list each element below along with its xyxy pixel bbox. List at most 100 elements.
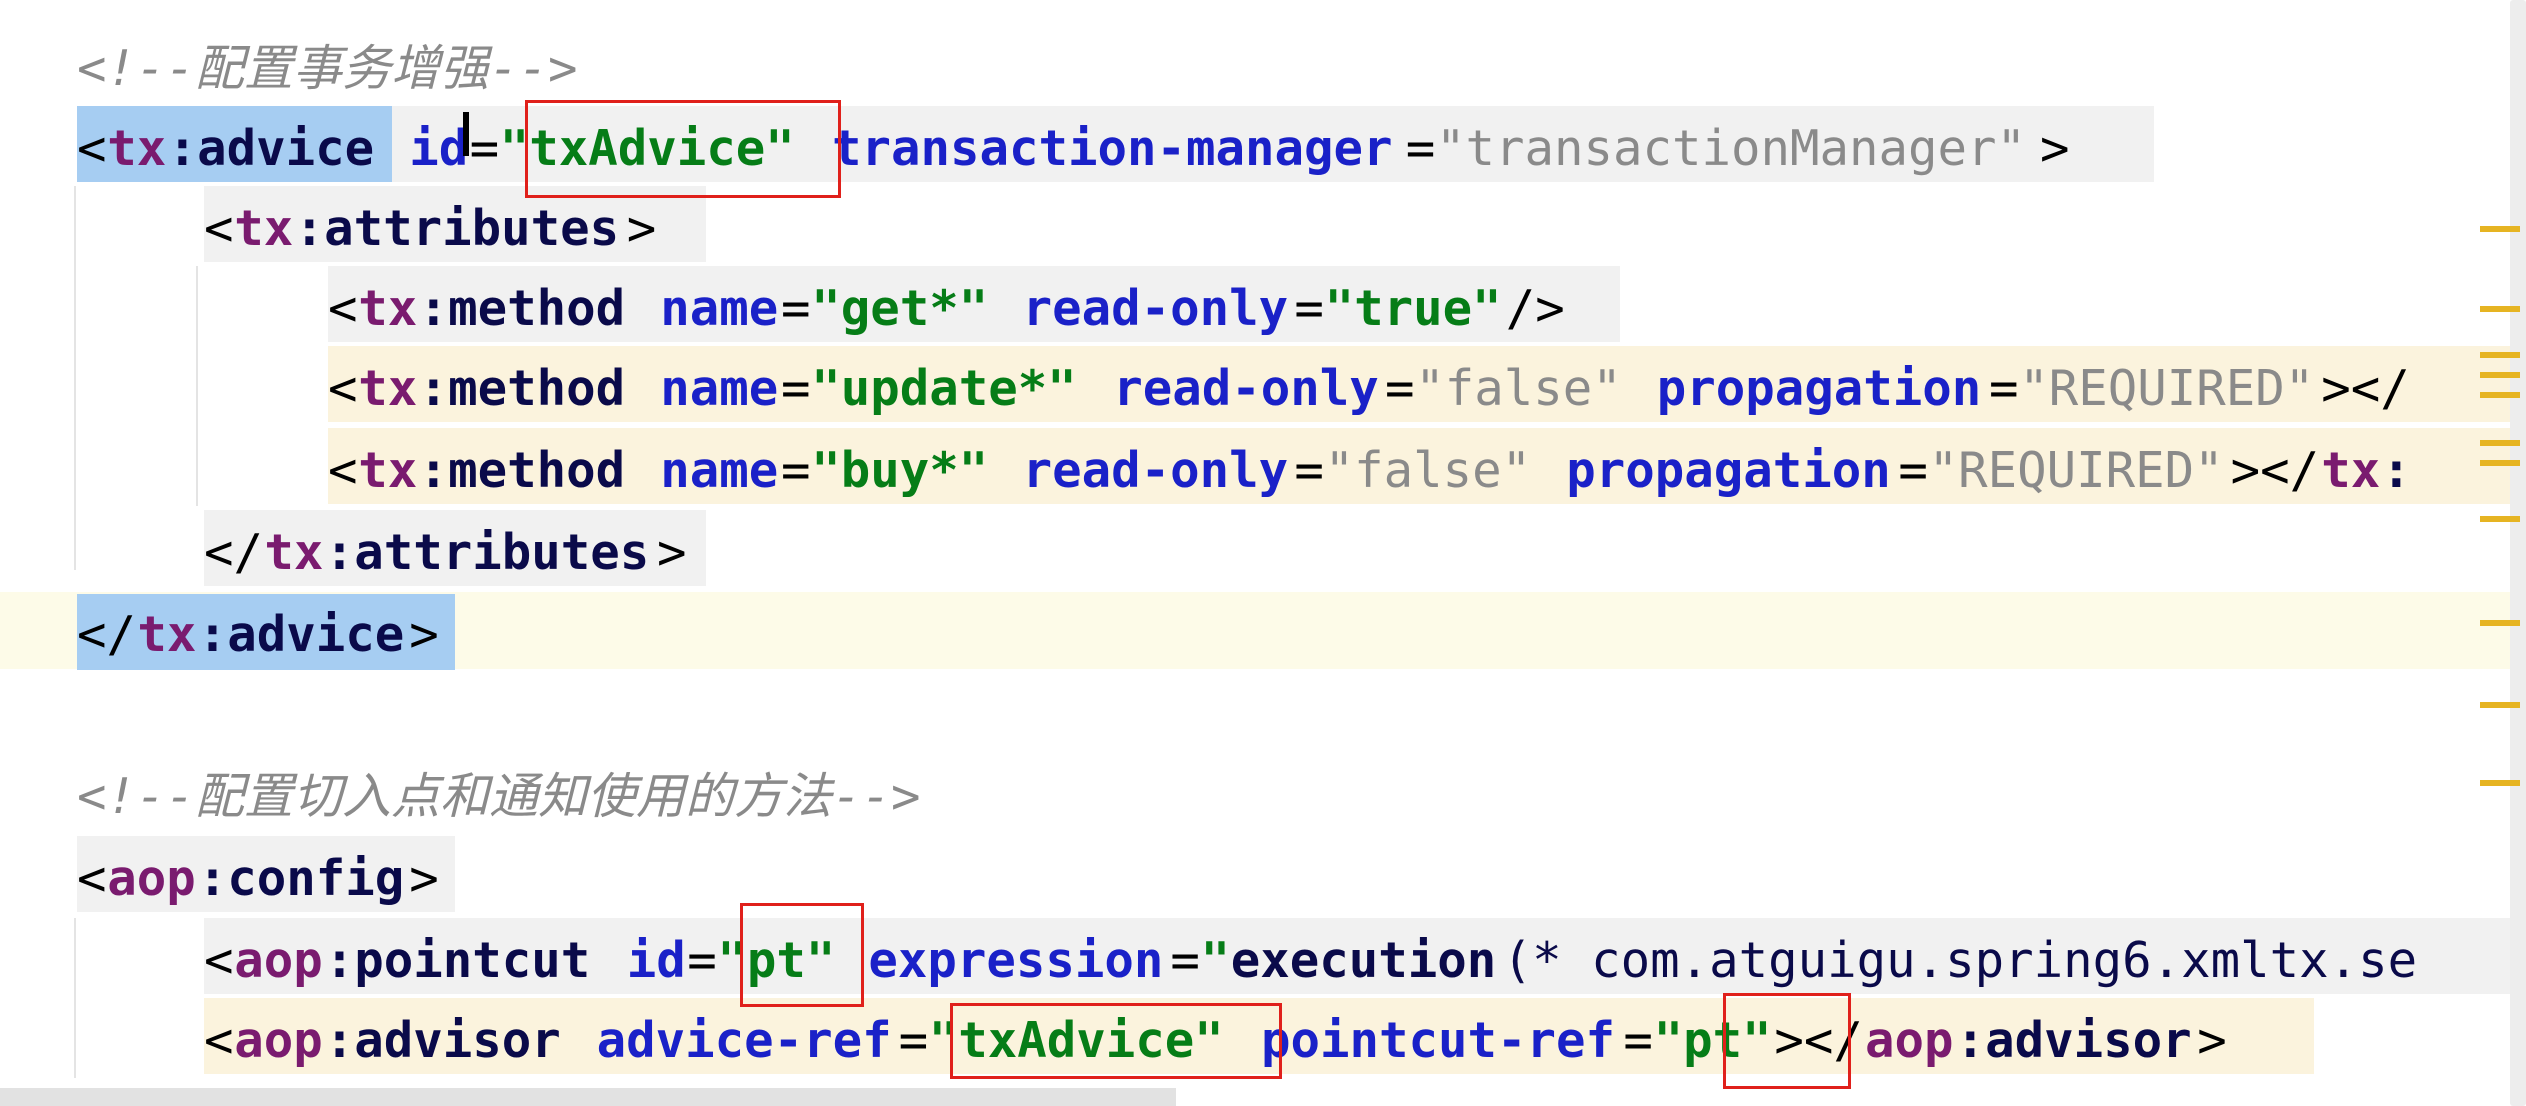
token-tag: :method (418, 280, 626, 337)
code-line-aop-config-open[interactable]: < aop:config > (0, 838, 2526, 919)
token-tag: :attributes (324, 524, 650, 581)
token-bracket: > (626, 200, 657, 257)
token-eq: = (898, 1012, 929, 1069)
token-attr: read-only (1022, 280, 1289, 337)
code-line-tx-method-get[interactable]: < tx:method name = "get*" read-only = "true" /… (0, 268, 2526, 349)
error-stripe-marker[interactable] (2480, 440, 2520, 446)
token-ns: aop (107, 850, 196, 907)
code-line-blank-line[interactable] (0, 676, 2526, 757)
annotation-box (1723, 993, 1851, 1089)
token-eq: = (1385, 360, 1415, 417)
error-stripe-marker[interactable] (2480, 372, 2520, 378)
token-ns: tx (234, 200, 294, 257)
token-bracket: < (204, 932, 234, 989)
code-line-comment-tx-advice[interactable]: <!--配置事务增强--> (0, 28, 2526, 109)
token-tag: :attributes (294, 200, 620, 257)
token-eq: = (687, 932, 717, 989)
token-tag: :method (418, 360, 626, 417)
token-val: " (1200, 932, 1231, 989)
token-ns: tx (264, 524, 324, 581)
annotation-box (950, 1003, 1282, 1079)
token-ns: tx (358, 360, 418, 417)
error-stripe-marker[interactable] (2480, 780, 2520, 786)
code-editor[interactable]: <!--配置事务增强--> < tx:advice id = "txAdvice" tr… (0, 0, 2526, 1106)
token-eq: = (781, 280, 811, 337)
token-eq: = (1294, 442, 1324, 499)
token-attr: id (626, 932, 686, 989)
token-bracket: /> (1505, 280, 1565, 337)
token-bracket: ></ (2230, 442, 2320, 499)
error-stripe-marker[interactable] (2480, 392, 2520, 398)
token-tag: :pointcut (324, 932, 591, 989)
token-attr: propagation (1656, 360, 1982, 417)
token-bracket: > (657, 524, 687, 581)
token-tag: : (2381, 442, 2412, 499)
code-line-tx-advice-close[interactable]: </tx:advice > (0, 594, 2526, 675)
token-ns: tx (2321, 442, 2381, 499)
token-eq: = (1405, 120, 1436, 177)
token-bracket: > (409, 850, 439, 907)
token-attr: name (660, 280, 779, 337)
error-stripe-marker[interactable] (2480, 620, 2520, 626)
token-attr: read-only (1113, 360, 1379, 417)
code-line-tx-method-update[interactable]: < tx:method name = "update*" read-only = "fal… (0, 348, 2526, 429)
token-bracket: < (328, 442, 358, 499)
token-attr: read-only (1022, 442, 1289, 499)
text-cursor-icon (463, 112, 469, 156)
token-attr: id (409, 120, 469, 177)
error-stripe-marker[interactable] (2480, 702, 2520, 708)
token-ns: tx (358, 442, 418, 499)
token-bracket: ></ (2321, 360, 2410, 417)
token-attr: transaction-manager (832, 120, 1393, 177)
token-attr: pointcut-ref (1261, 1012, 1616, 1069)
token-eq: = (1294, 280, 1324, 337)
token-tag: :advice (197, 606, 405, 663)
token-attr: propagation (1566, 442, 1891, 499)
annotation-box (525, 100, 841, 198)
token-eq: = (1989, 360, 2019, 417)
token-attr: expression (868, 932, 1164, 989)
horizontal-scrollbar[interactable] (0, 1088, 1176, 1106)
token-bracket: < (328, 360, 358, 417)
token-bracket: < (204, 200, 234, 257)
error-stripe-marker[interactable] (2480, 516, 2520, 522)
token-ns: aop (234, 1012, 323, 1069)
token-ns: aop (234, 932, 323, 989)
token-val: "update*" (811, 360, 1077, 417)
token-bracket: < (77, 120, 107, 177)
token-val-gray: "false" (1415, 360, 1622, 417)
token-eq: = (469, 120, 500, 177)
token-val-gray: "transactionManager" (1436, 120, 2027, 177)
error-stripe-marker[interactable] (2480, 460, 2520, 466)
token-tag: :advice (167, 120, 375, 177)
error-stripe-marker[interactable] (2480, 226, 2520, 232)
code-line-tx-attributes-open[interactable]: < tx:attributes > (0, 188, 2526, 269)
error-stripe-marker[interactable] (2480, 352, 2520, 358)
token-tag: :advisor (1955, 1012, 2192, 1069)
vertical-scrollbar-thumb[interactable] (2510, 0, 2526, 1106)
token-ns: tx (358, 280, 418, 337)
token-attr: advice-ref (596, 1012, 892, 1069)
code-line-tx-method-buy[interactable]: < tx:method name = "buy*" read-only = "false"… (0, 430, 2526, 511)
code-line-comment-aop[interactable]: <!--配置切入点和通知使用的方法--> (0, 756, 2526, 837)
annotation-box (740, 903, 864, 1007)
code-line-tx-attributes-close[interactable]: </tx:attributes > (0, 512, 2526, 593)
token-attr: name (660, 360, 779, 417)
token-eq: = (1898, 442, 1928, 499)
token-eq: = (1623, 1012, 1653, 1069)
code-line-aop-pointcut[interactable]: < aop:pointcut id = "pt" expression = " execut… (0, 920, 2526, 1001)
token-ns: tx (107, 120, 167, 177)
token-val: "true" (1324, 280, 1502, 337)
code-line-tx-advice-open[interactable]: < tx:advice id = "txAdvice" transaction-man… (0, 108, 2526, 189)
token-bracket: > (2197, 1012, 2227, 1069)
error-stripe-marker[interactable] (2480, 306, 2520, 312)
token-eq: = (1170, 932, 1200, 989)
token-bracket: > (409, 606, 439, 663)
